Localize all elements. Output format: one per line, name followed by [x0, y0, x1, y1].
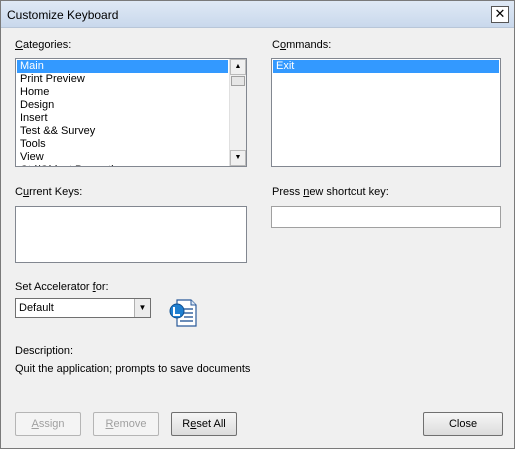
accelerator-select[interactable]: Default ▼: [15, 298, 151, 318]
assign-button[interactable]: Assign: [15, 412, 81, 436]
commands-label-pre: C: [272, 39, 280, 51]
categories-listbox[interactable]: Main Print Preview Home Design Insert Test &&…: [15, 58, 247, 167]
customize-keyboard-dialog: Customize Keyboard ✕ Categories: Main Pri…: [0, 0, 515, 449]
commands-item[interactable]: Exit: [273, 60, 499, 73]
assign-accel: A: [31, 418, 39, 430]
categories-label-post: ategories:: [22, 39, 72, 51]
shortcut-label-post: ew shortcut key:: [309, 186, 389, 198]
reset-all-button[interactable]: Reset All: [171, 412, 237, 436]
shortcut-label-pre: Press: [272, 186, 304, 198]
assign-rest: ssign: [38, 418, 65, 430]
current-keys-label-pre: C: [15, 186, 23, 198]
categories-item[interactable]: Test && Survey: [17, 125, 228, 138]
current-keys-label-post: rrent Keys:: [29, 186, 83, 198]
scroll-down-icon[interactable]: ▼: [230, 150, 246, 166]
accelerator-selected-value: Default: [19, 302, 54, 314]
current-keys-label: Current Keys:: [15, 186, 82, 198]
window-title: Customize Keyboard: [7, 8, 119, 22]
categories-label: Categories:: [15, 39, 71, 51]
shortcut-label: Press new shortcut key:: [272, 186, 389, 198]
remove-rest: emove: [113, 418, 147, 430]
categories-label-accel: C: [15, 39, 23, 51]
title-bar[interactable]: Customize Keyboard ✕: [1, 1, 514, 28]
scroll-up-icon[interactable]: ▲: [230, 59, 246, 75]
commands-items: Exit: [273, 60, 499, 73]
current-keys-listbox[interactable]: [15, 206, 247, 263]
categories-item[interactable]: Insert: [17, 112, 228, 125]
shortcut-input[interactable]: [271, 206, 501, 228]
commands-listbox[interactable]: Exit: [271, 58, 501, 167]
categories-item[interactable]: Design: [17, 99, 228, 112]
categories-item[interactable]: Tools: [17, 138, 228, 151]
close-icon[interactable]: ✕: [491, 6, 509, 23]
reset-post: set All: [196, 418, 226, 430]
remove-button[interactable]: Remove: [93, 412, 159, 436]
description-text: Quit the application; prompts to save do…: [15, 363, 251, 375]
categories-scrollbar[interactable]: ▲ ▼: [229, 59, 246, 166]
accelerator-label-post: or:: [95, 281, 109, 293]
accelerator-label-pre: Set Accelerator: [15, 281, 93, 293]
commands-label-post: mmands:: [286, 39, 332, 51]
description-label: Description:: [15, 345, 74, 357]
categories-item[interactable]: Ctrl/Object Properties: [17, 164, 228, 166]
categories-item[interactable]: Print Preview: [17, 73, 228, 86]
accelerator-label: Set Accelerator for:: [15, 281, 109, 293]
categories-item[interactable]: Main: [17, 60, 228, 73]
document-icon: [168, 297, 200, 329]
scroll-thumb[interactable]: [231, 76, 245, 86]
commands-label: Commands:: [272, 39, 331, 51]
categories-items: Main Print Preview Home Design Insert Test &&…: [17, 60, 228, 166]
close-button[interactable]: Close: [423, 412, 503, 436]
categories-item[interactable]: View: [17, 151, 228, 164]
categories-item[interactable]: Home: [17, 86, 228, 99]
chevron-down-icon[interactable]: ▼: [134, 299, 150, 317]
